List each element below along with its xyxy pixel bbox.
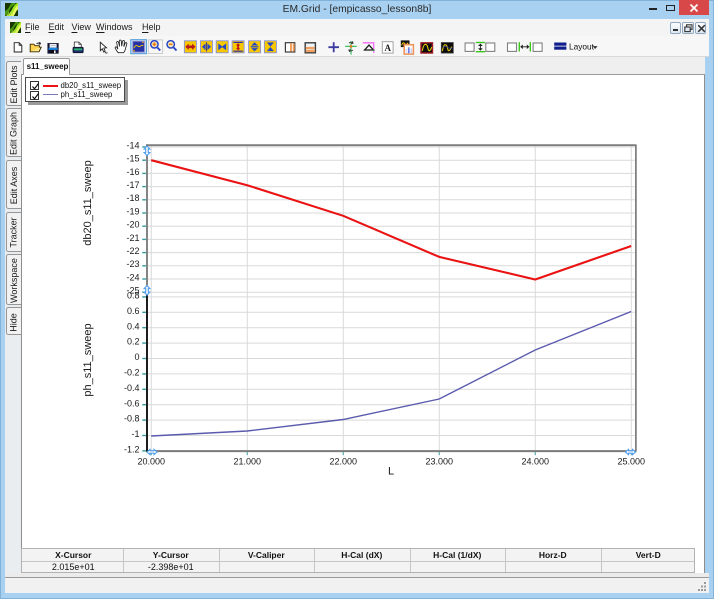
- svg-text:-0.8: -0.8: [124, 414, 140, 424]
- svg-text:-1: -1: [131, 429, 139, 439]
- svg-text:0.6: 0.6: [127, 306, 140, 316]
- svg-text:-19: -19: [126, 206, 139, 216]
- svg-text:-20: -20: [126, 220, 139, 230]
- svg-text:-16: -16: [126, 167, 139, 177]
- svg-text:-18: -18: [126, 193, 139, 203]
- svg-text:-0.2: -0.2: [124, 368, 140, 378]
- svg-text:-0.6: -0.6: [124, 398, 140, 408]
- svg-text:0.8: 0.8: [127, 291, 140, 301]
- svg-text:0.4: 0.4: [127, 321, 140, 331]
- svg-text:ph_s11_sweep: ph_s11_sweep: [82, 323, 94, 396]
- svg-text:-15: -15: [126, 154, 139, 164]
- svg-text:25.000: 25.000: [617, 457, 645, 467]
- svg-text:-23: -23: [126, 259, 139, 269]
- svg-text:-17: -17: [126, 180, 139, 190]
- svg-text:22.000: 22.000: [329, 457, 357, 467]
- svg-text:L: L: [388, 466, 394, 478]
- svg-text:20.000: 20.000: [137, 457, 165, 467]
- svg-text:db20_s11_sweep: db20_s11_sweep: [82, 160, 94, 245]
- svg-text:-1.2: -1.2: [124, 445, 140, 455]
- svg-text:24.000: 24.000: [521, 457, 549, 467]
- svg-text:0.2: 0.2: [127, 337, 140, 347]
- svg-text:-0.4: -0.4: [124, 383, 140, 393]
- svg-text:0: 0: [134, 352, 139, 362]
- svg-text:-21: -21: [126, 233, 139, 243]
- svg-text:-24: -24: [126, 272, 139, 282]
- svg-text:-22: -22: [126, 246, 139, 256]
- svg-text:23.000: 23.000: [425, 457, 453, 467]
- svg-text:21.000: 21.000: [233, 457, 261, 467]
- svg-text:-14: -14: [126, 140, 139, 150]
